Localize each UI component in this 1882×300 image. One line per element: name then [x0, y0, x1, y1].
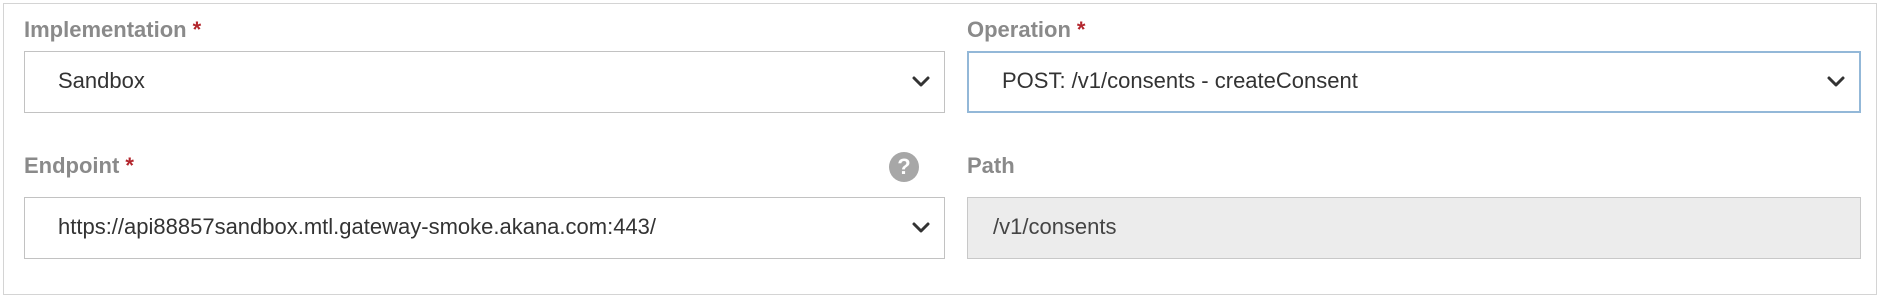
- path-field-value: /v1/consents: [993, 214, 1117, 239]
- endpoint-label-text: Endpoint: [24, 153, 120, 178]
- endpoint-required-marker: *: [125, 153, 134, 178]
- implementation-label-text: Implementation: [24, 17, 187, 42]
- operation-label: Operation *: [967, 17, 1085, 43]
- operation-label-text: Operation: [967, 17, 1071, 42]
- implementation-select[interactable]: Sandbox: [24, 51, 945, 113]
- path-label: Path: [967, 153, 1015, 179]
- endpoint-select-value: https://api88857sandbox.mtl.gateway-smok…: [58, 214, 657, 239]
- operation-required-marker: *: [1076, 17, 1086, 42]
- path-label-text: Path: [967, 153, 1015, 178]
- path-field: /v1/consents: [967, 197, 1861, 259]
- endpoint-label: Endpoint *: [24, 153, 134, 179]
- endpoint-select[interactable]: https://api88857sandbox.mtl.gateway-smok…: [24, 197, 945, 259]
- chevron-down-icon: [912, 76, 930, 87]
- operation-select[interactable]: POST: /v1/consents - createConsent: [967, 51, 1861, 113]
- implementation-select-value: Sandbox: [58, 68, 145, 93]
- chevron-down-icon: [912, 222, 930, 233]
- implementation-label: Implementation *: [24, 17, 201, 43]
- form-panel: Implementation * Sandbox Operation * POST:…: [3, 3, 1877, 295]
- operation-select-value: POST: /v1/consents - createConsent: [1002, 68, 1358, 93]
- help-icon[interactable]: ?: [889, 152, 919, 182]
- chevron-down-icon: [1827, 76, 1845, 87]
- implementation-required-marker: *: [192, 17, 202, 42]
